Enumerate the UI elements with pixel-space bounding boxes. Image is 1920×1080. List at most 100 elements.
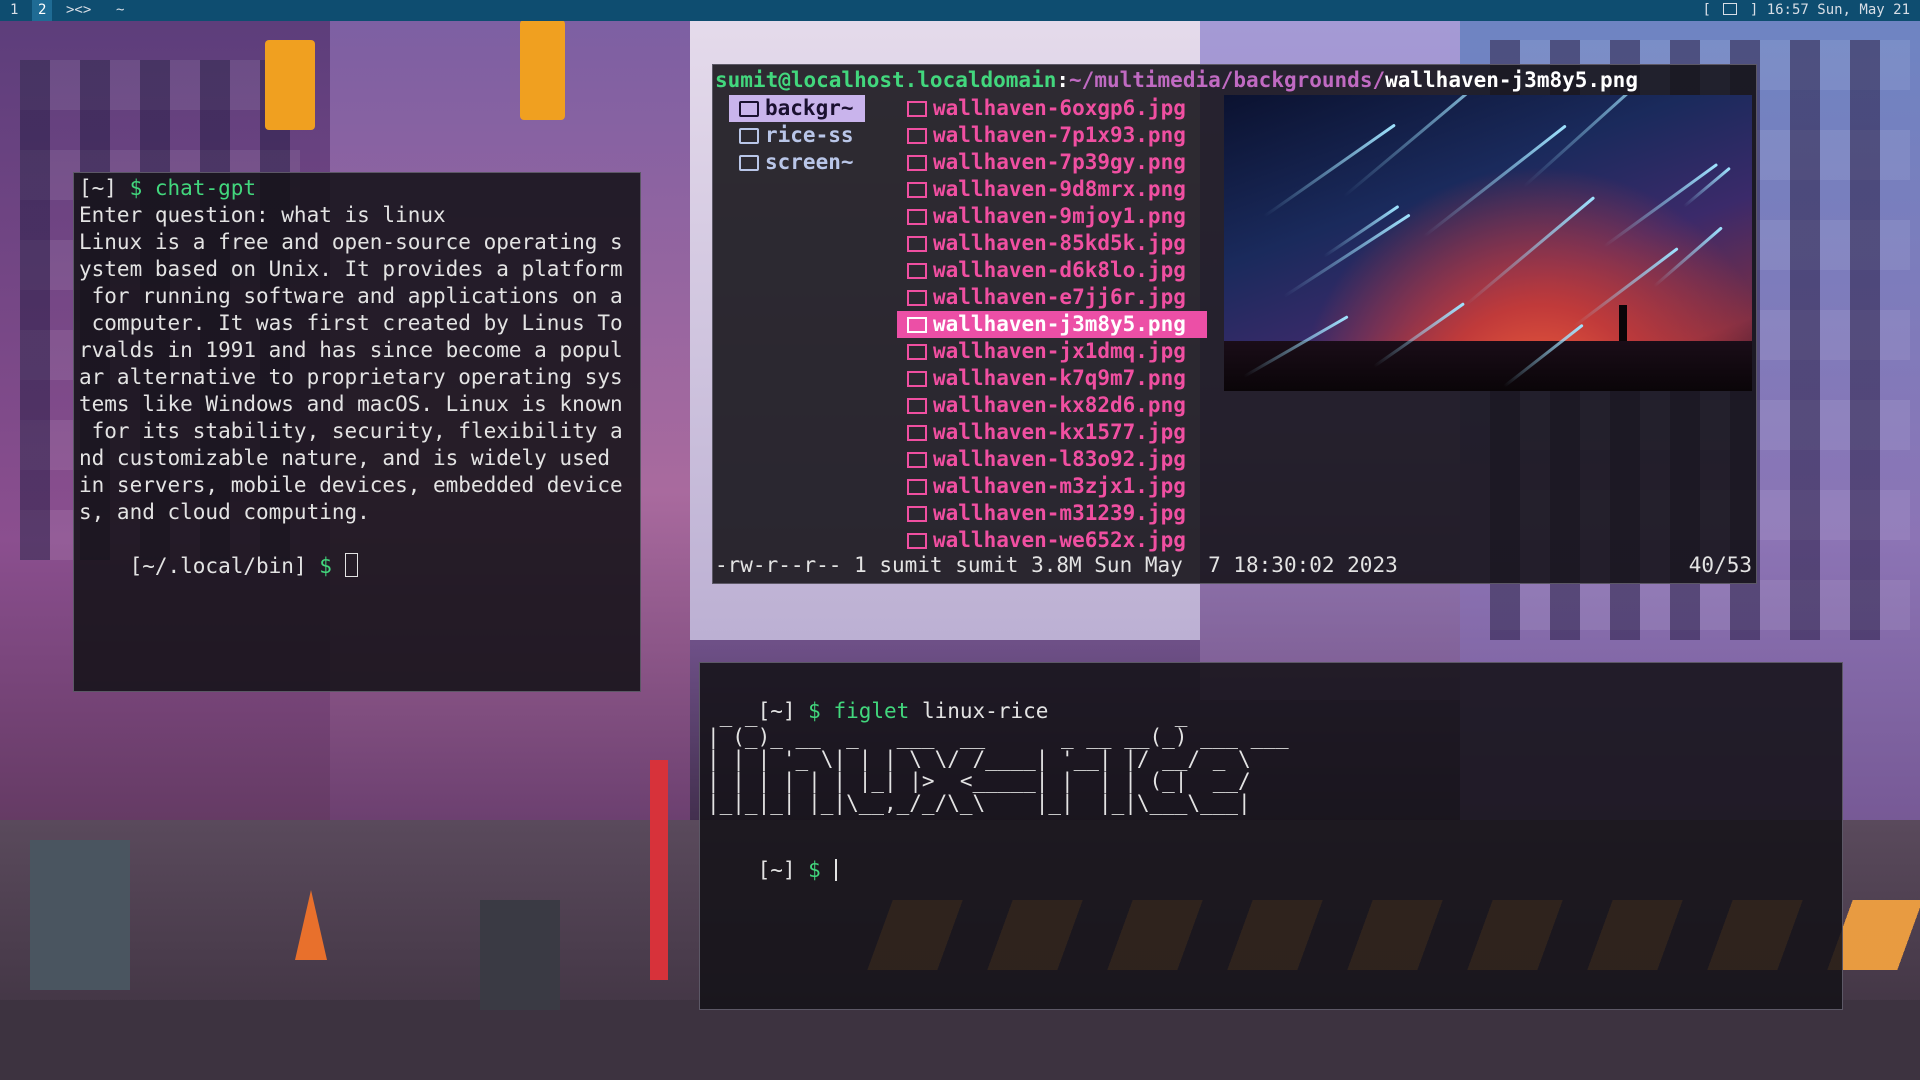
figlet-terminal-window[interactable]: [~] $ figlet linux-rice _ _ _ | (_)_ __ … [699,662,1843,1010]
terminal-output-line: computer. It was first created by Linus … [79,311,623,335]
directory-item[interactable]: screen~ [729,149,865,176]
file-name: wallhaven-l83o92.jpg [933,447,1186,471]
file-item[interactable]: wallhaven-85kd5k.jpg [897,230,1207,257]
file-item[interactable]: wallhaven-k7q9m7.png [897,365,1207,392]
file-name: wallhaven-kx1577.jpg [933,420,1186,444]
image-file-icon [907,424,927,441]
image-file-icon [907,262,927,279]
terminal-output-line: in servers, mobile devices, embedded dev… [79,473,623,497]
folder-icon [739,127,759,144]
command-name: chat-gpt [154,176,257,200]
window-title: ~ [116,2,125,18]
image-file-icon [907,235,927,252]
wallpaper-traffic-cone [295,890,327,960]
file-item[interactable]: wallhaven-we652x.jpg [897,527,1207,554]
terminal-output-line: for its stability, security, flexibility… [79,419,623,443]
image-file-icon [907,154,927,171]
image-file-icon [907,343,927,360]
file-position-counter: 40/53 [1688,553,1752,577]
directory-item[interactable]: rice-ss [729,122,865,149]
image-file-icon [907,100,927,117]
wallpaper-trash-can [480,900,560,1010]
path-separator: : [1056,68,1070,92]
file-name: wallhaven-9d8mrx.png [933,177,1186,201]
file-list-column: wallhaven-6oxgp6.jpg wallhaven-7p1x93.png… [897,95,1207,554]
file-item[interactable]: wallhaven-m3zjx1.jpg [897,473,1207,500]
terminal-cursor [344,553,358,577]
wallpaper-traffic-light [520,20,565,120]
directory-name: backgr~ [765,96,854,120]
terminal-cursor [835,859,838,881]
file-name: wallhaven-e7jj6r.jpg [933,285,1186,309]
image-file-icon [907,451,927,468]
preview-meteor-streak [1603,162,1719,248]
tray-area: [ ] 16:57 Sun, May 21 [1703,0,1910,21]
terminal-output-line: ar alternative to proprietary operating … [79,365,623,389]
file-manager-path: sumit@localhost.localdomain:~/multimedia… [715,67,1638,94]
file-name: wallhaven-we652x.jpg [933,528,1186,552]
directory-item[interactable]: backgr~ [729,95,865,122]
path-user-host: sumit@localhost.localdomain [715,68,1057,92]
preview-figure [1619,305,1627,341]
screenshot-icon[interactable] [1723,3,1738,15]
directory-column: backgr~ rice-ss screen~ [729,95,865,176]
file-name: wallhaven-m3zjx1.jpg [933,474,1186,498]
file-item[interactable]: wallhaven-l83o92.jpg [897,446,1207,473]
file-item[interactable]: wallhaven-kx82d6.png [897,392,1207,419]
file-item[interactable]: wallhaven-7p1x93.png [897,122,1207,149]
preview-meteor-streak [1423,124,1567,238]
prompt-path: [~/.local/bin] [129,554,320,578]
preview-meteor-streak [1283,213,1411,298]
layout-indicator[interactable]: ><> [60,0,97,21]
file-name: wallhaven-7p1x93.png [933,123,1186,147]
image-preview [1224,95,1752,391]
wallpaper-trash-can [30,840,130,990]
wallpaper-traffic-light [265,40,315,130]
terminal-output-line: for running software and applications on… [79,284,623,308]
prompt-path: [~] [79,176,130,200]
chatgpt-terminal-window[interactable]: [~] $ chat-gpt Enter question: what is li… [73,172,641,692]
file-name: wallhaven-7p39gy.png [933,150,1186,174]
prompt-path: [~] [757,858,809,882]
file-name: wallhaven-k7q9m7.png [933,366,1186,390]
terminal-command-line: [~] $ figlet linux-rice [707,671,1835,723]
directory-name: screen~ [765,150,854,174]
path-directory: ~/multimedia/backgrounds/ [1069,68,1386,92]
file-item[interactable]: wallhaven-jx1dmq.jpg [897,338,1207,365]
file-item[interactable]: wallhaven-m31239.jpg [897,500,1207,527]
file-name: wallhaven-9mjoy1.png [933,204,1186,228]
terminal-prompt-line[interactable]: [~/.local/bin] $ [79,526,635,578]
preview-meteor-streak [1343,95,1514,198]
workspace-1[interactable]: 1 [4,0,24,21]
workspace-2[interactable]: 2 [32,0,53,21]
file-name: wallhaven-d6k8lo.jpg [933,258,1186,282]
clock: 16:57 Sun, May 21 [1766,2,1910,18]
image-file-icon [907,316,927,333]
preview-meteor-streak [1323,204,1400,258]
file-item[interactable]: wallhaven-7p39gy.png [897,149,1207,176]
wallpaper-curb [0,1000,1920,1080]
preview-ground [1224,341,1752,391]
preview-meteor-streak [1463,196,1596,308]
file-item[interactable]: wallhaven-e7jj6r.jpg [897,284,1207,311]
terminal-output-line: Enter question: what is linux [79,203,446,227]
file-item[interactable]: wallhaven-d6k8lo.jpg [897,257,1207,284]
tray-bracket-left: [ [1702,2,1711,18]
file-item[interactable]: wallhaven-kx1577.jpg [897,419,1207,446]
prompt-symbol: $ [129,176,155,200]
file-name: wallhaven-jx1dmq.jpg [933,339,1186,363]
file-item[interactable]: wallhaven-9mjoy1.png [897,203,1207,230]
path-filename: wallhaven-j3m8y5.png [1385,68,1638,92]
image-file-icon [907,127,927,144]
file-item[interactable]: wallhaven-9d8mrx.png [897,176,1207,203]
file-item[interactable]: wallhaven-6oxgp6.jpg [897,95,1207,122]
image-file-icon [907,370,927,387]
tray-bracket-right: ] [1749,2,1759,18]
terminal-prompt-line[interactable]: [~] $ [707,830,1835,882]
file-name: wallhaven-6oxgp6.jpg [933,96,1186,120]
file-manager-window[interactable]: sumit@localhost.localdomain:~/multimedia… [712,64,1757,584]
folder-icon [739,100,759,117]
file-item[interactable]: wallhaven-j3m8y5.png [897,311,1207,338]
file-name: wallhaven-m31239.jpg [933,501,1186,525]
top-status-bar: 1 2 ><> ~ [ ] 16:57 Sun, May 21 [0,0,1920,21]
